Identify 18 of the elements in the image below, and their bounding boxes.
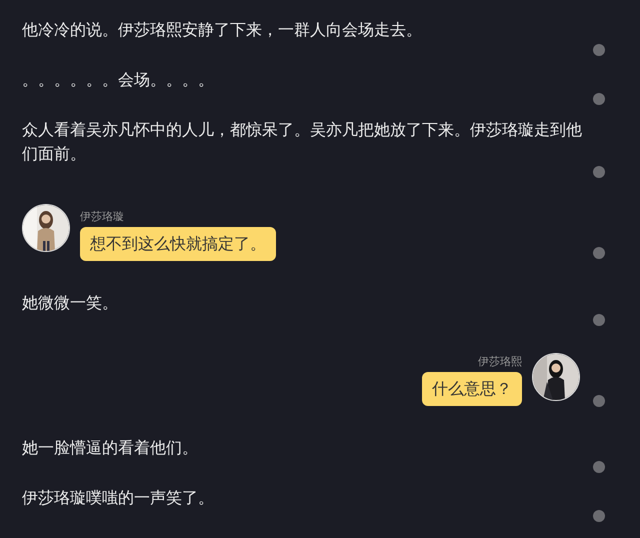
dot-icon (593, 395, 605, 407)
dot-icon (593, 314, 605, 326)
dot-icon (593, 247, 605, 259)
story-text: 他冷冷的说。伊莎珞熙安静了下来，一群人向会场走去。 (22, 19, 423, 41)
dot-icon (593, 461, 605, 473)
story-text: 伊莎珞璇噗嗤的一声笑了。 (22, 487, 215, 509)
story-text: 。。。。。。会场。。。。 (22, 69, 215, 91)
story-text: 她微微一笑。 (22, 292, 119, 314)
dot-icon (593, 166, 605, 178)
chat-bubble: 什么意思？ (422, 372, 522, 406)
dot-icon (593, 44, 605, 56)
story-text: 她一脸懵逼的看着他们。 (22, 437, 199, 459)
sender-name: 伊莎珞璇 (80, 210, 125, 223)
dot-icon (593, 93, 605, 105)
chat-bubble: 想不到这么快就搞定了。 (80, 227, 276, 261)
dot-icon (593, 510, 605, 522)
sender-name: 伊莎珞熙 (478, 355, 522, 368)
story-text: 众人看着吴亦凡怀中的人儿，都惊呆了。吴亦凡把她放了下来。伊莎珞璇走到他们面前。 (22, 119, 582, 165)
